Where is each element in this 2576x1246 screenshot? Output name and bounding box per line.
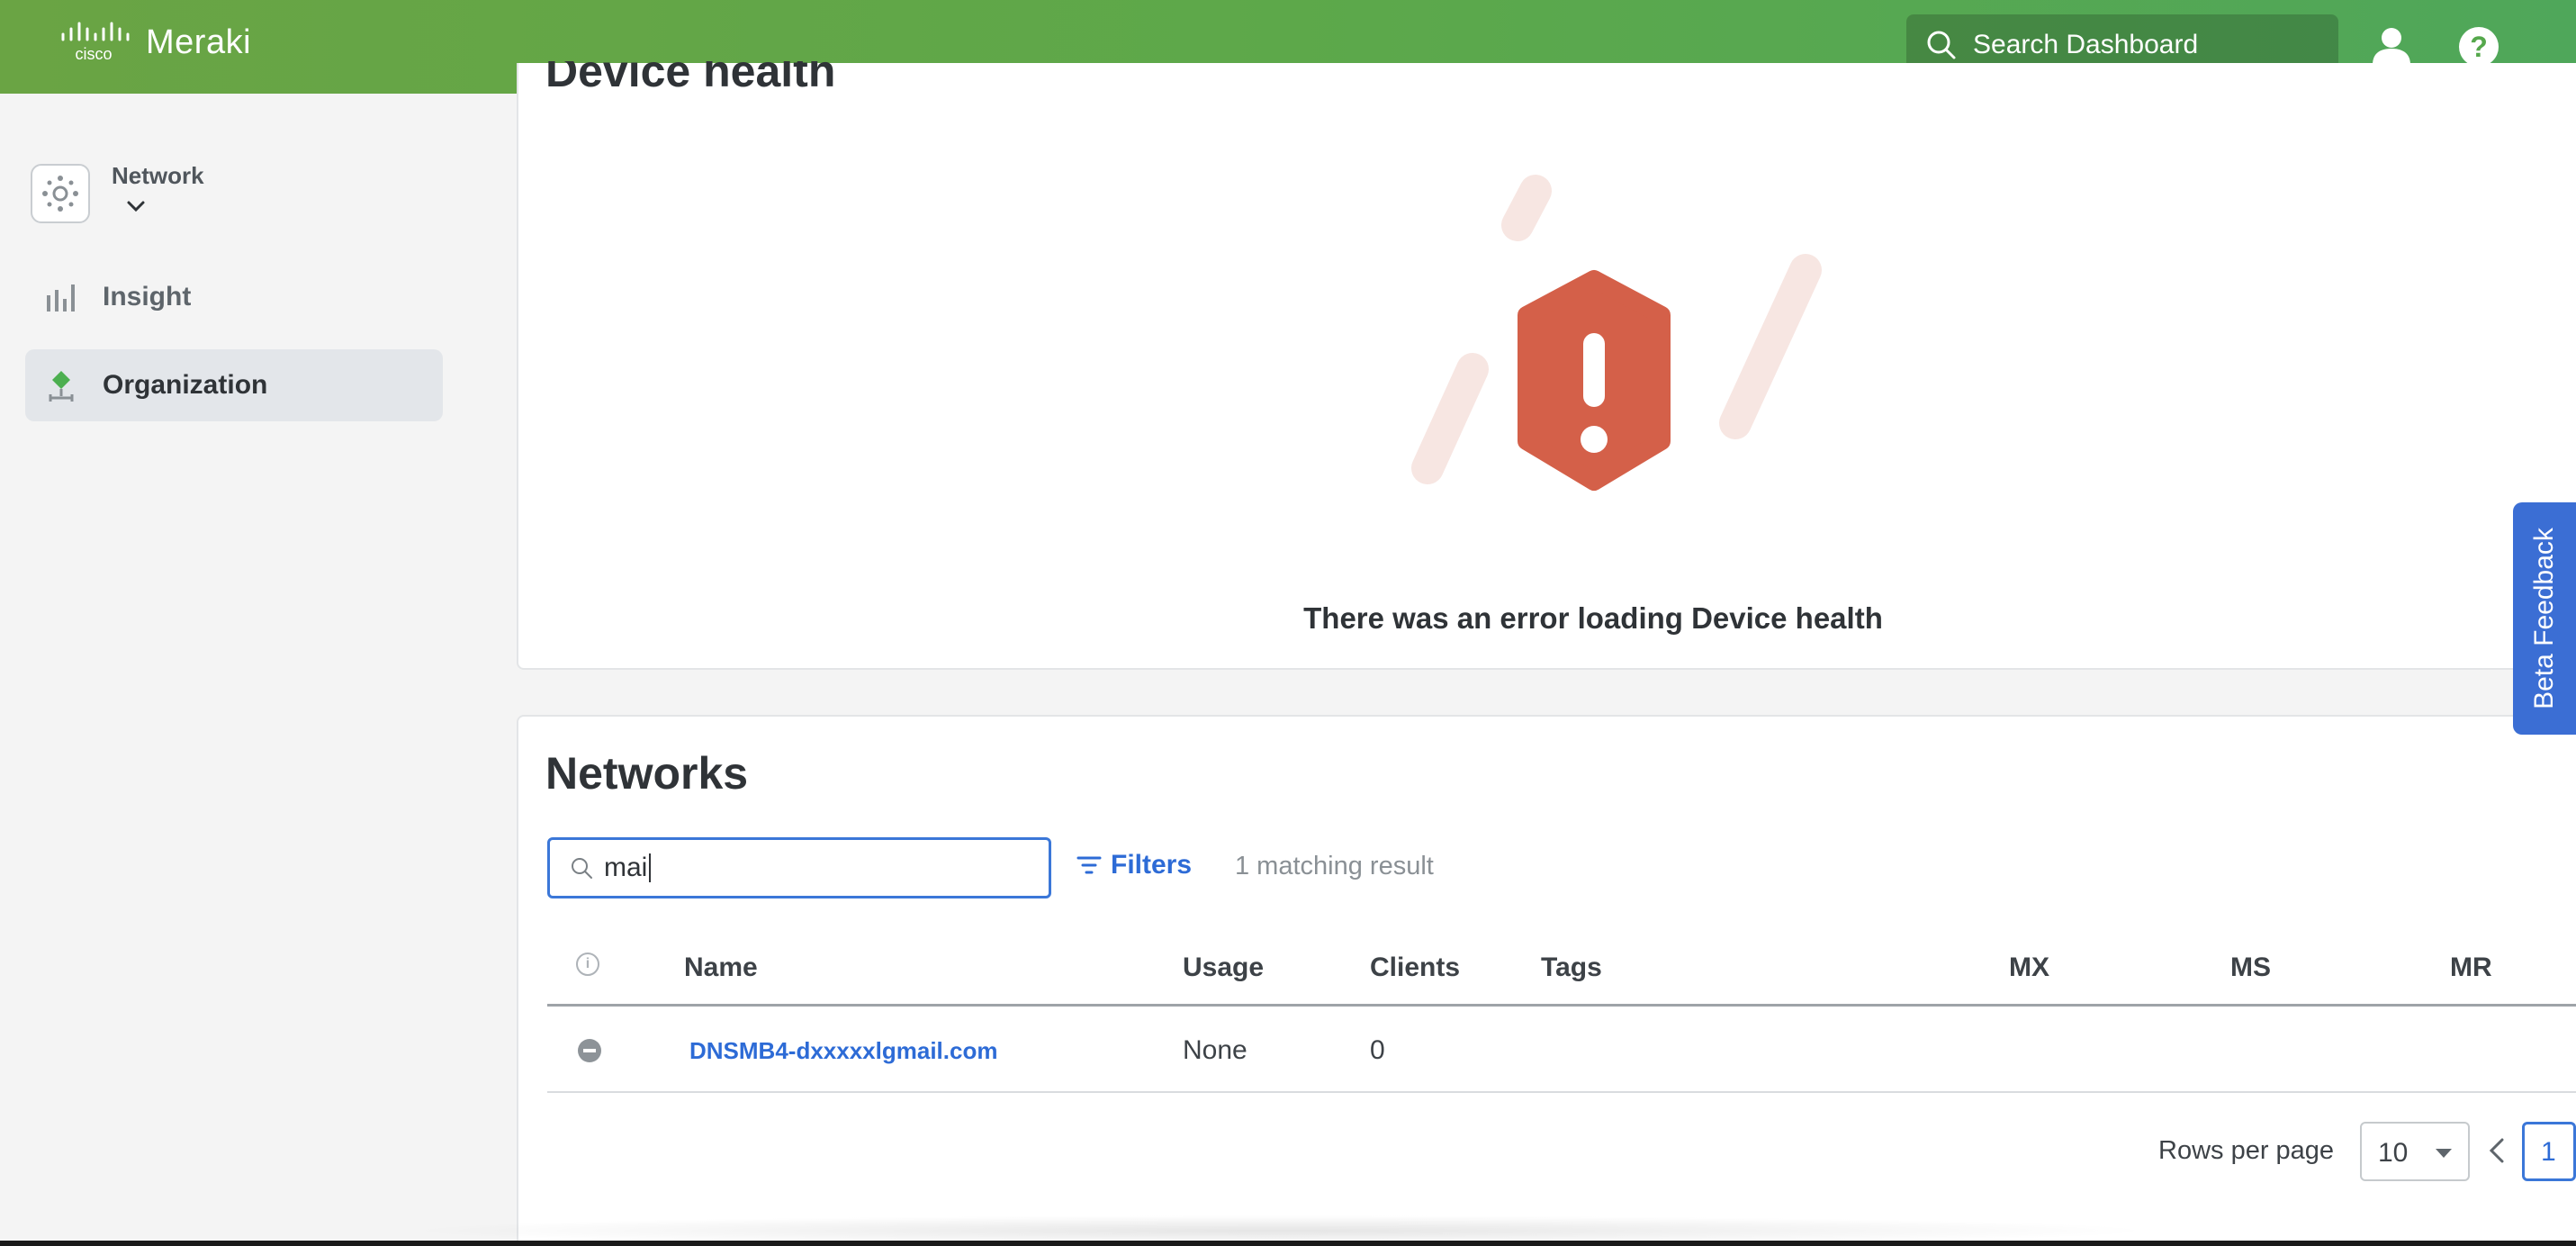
networks-title: Networks: [545, 748, 749, 799]
organization-icon: [41, 366, 81, 405]
filters-button[interactable]: Filters: [1076, 850, 1192, 880]
search-icon: [1927, 31, 1956, 59]
error-hexagon-icon: [1411, 175, 1822, 491]
cisco-logo[interactable]: cisco: [58, 22, 130, 63]
network-label[interactable]: Network: [112, 162, 204, 190]
column-header-tags[interactable]: Tags: [1541, 953, 1602, 983]
beta-feedback-tab[interactable]: Beta Feedback: [2513, 502, 2576, 735]
column-header-ms[interactable]: MS: [2230, 953, 2271, 983]
networks-search-value: mai: [604, 853, 648, 882]
device-health-title: Device health: [545, 61, 835, 115]
device-health-title-text: Device health: [545, 61, 836, 96]
rows-per-page-value: 10: [2378, 1138, 2409, 1168]
dashboard-search-placeholder: Search Dashboard: [1973, 30, 2199, 59]
filter-icon: [1076, 856, 1102, 874]
sidebar-item-label: Organization: [103, 370, 268, 400]
networks-search-input[interactable]: mai: [547, 837, 1051, 898]
rows-per-page-label: Rows per page: [2158, 1136, 2335, 1165]
text-caret: [649, 853, 652, 882]
network-name-link[interactable]: DNSMB4-dxxxxxlgmail.com: [689, 1037, 997, 1065]
info-icon[interactable]: i: [576, 953, 599, 976]
window-bottom-edge: [0, 1241, 2576, 1246]
match-count: 1 matching result: [1235, 852, 1434, 880]
column-header-mr[interactable]: MR: [2450, 953, 2492, 983]
sidebar-item-label: Insight: [103, 282, 192, 312]
column-header-usage[interactable]: Usage: [1183, 953, 1264, 983]
networks-table-header: i Name Usage Clients Tags MX MS MR: [547, 940, 2576, 1007]
current-page-button[interactable]: 1: [2522, 1122, 2576, 1181]
bar-chart-icon: [41, 277, 81, 317]
dropdown-arrow-icon: [2436, 1149, 2452, 1158]
sidebar-item-insight[interactable]: Insight: [25, 261, 443, 333]
column-header-name[interactable]: Name: [684, 953, 758, 983]
current-page-number: 1: [2541, 1137, 2556, 1167]
network-usage: None: [1183, 1035, 1247, 1065]
column-header-mx[interactable]: MX: [2009, 953, 2049, 983]
chevron-left-icon[interactable]: [2486, 1136, 2508, 1165]
filters-label: Filters: [1111, 850, 1193, 880]
device-health-error-message: There was an error loading Device health: [1303, 601, 1883, 635]
sidebar: Network Insight Organization: [0, 94, 486, 1246]
help-icon[interactable]: ?: [2459, 27, 2499, 67]
search-icon: [572, 858, 592, 879]
network-switcher-icon[interactable]: [31, 164, 90, 223]
chevron-down-icon[interactable]: [126, 200, 146, 214]
beta-feedback-label: Beta Feedback: [2529, 528, 2559, 709]
table-row[interactable]: DNSMB4-dxxxxxlgmail.com None 0: [547, 1008, 2576, 1093]
network-clients: 0: [1370, 1035, 1385, 1065]
column-header-clients[interactable]: Clients: [1370, 953, 1460, 983]
status-offline-icon: [578, 1039, 601, 1062]
sidebar-item-organization[interactable]: Organization: [25, 349, 443, 421]
meraki-brand[interactable]: Meraki: [146, 23, 251, 62]
cisco-wordmark: cisco: [75, 45, 112, 63]
user-icon[interactable]: [2369, 23, 2414, 68]
rows-per-page-select[interactable]: 10: [2360, 1122, 2470, 1181]
